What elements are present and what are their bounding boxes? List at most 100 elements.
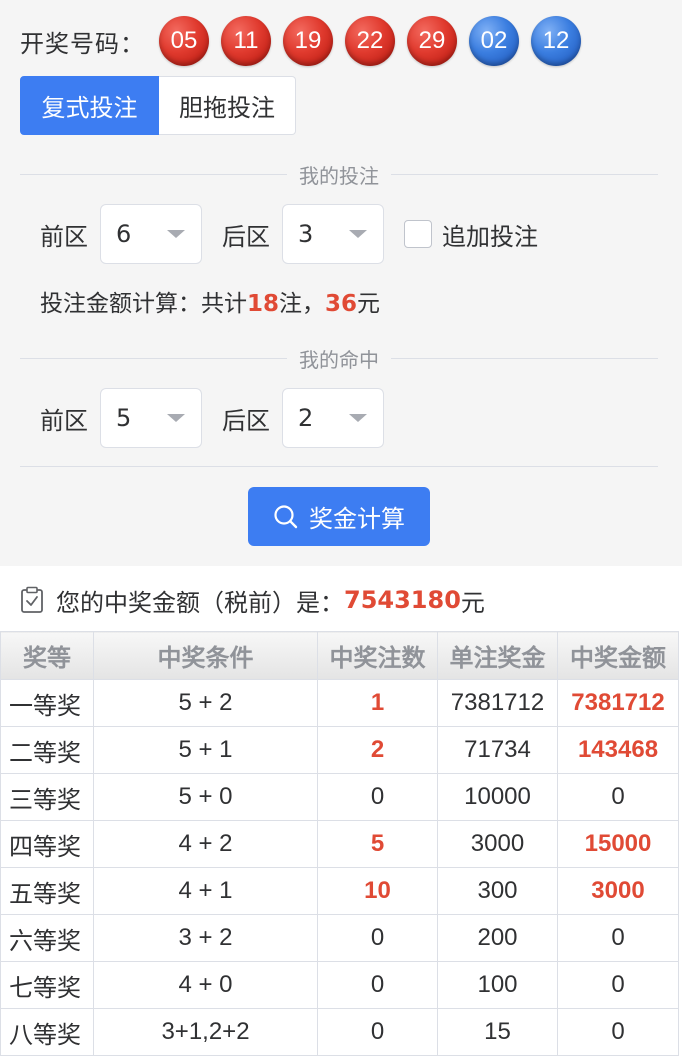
column-header-total: 中奖金额 xyxy=(557,631,679,680)
prize-level-cell: 五等奖 xyxy=(0,867,94,915)
prize-total-cell: 7381712 xyxy=(557,679,679,727)
divider-line xyxy=(20,173,287,175)
table-row: 二等奖 5 + 1 2 71734 143468 xyxy=(0,726,679,774)
front-ball: 11 xyxy=(221,16,271,66)
bet-mode-tabs: 复式投注 胆拖投注 xyxy=(20,76,296,135)
additional-bet-checkbox[interactable] xyxy=(404,220,432,248)
my-hit-divider-label: 我的命中 xyxy=(299,347,379,372)
prize-unit-cell: 3000 xyxy=(437,820,558,868)
table-row: 四等奖 4 + 2 5 3000 15000 xyxy=(0,820,679,868)
calculate-prize-button[interactable]: 奖金计算 xyxy=(248,487,430,546)
tab-compound-bet[interactable]: 复式投注 xyxy=(20,76,159,135)
prize-unit-cell: 15 xyxy=(437,1008,558,1056)
prize-result-prefix: 您的中奖金额（税前）是： xyxy=(56,588,344,617)
prize-condition-cell: 3+1,2+2 xyxy=(93,1008,318,1056)
prize-total-cell: 0 xyxy=(557,914,679,962)
front-ball: 22 xyxy=(345,16,395,66)
column-header-condition: 中奖条件 xyxy=(93,631,318,680)
prize-count-cell: 0 xyxy=(317,773,438,821)
prize-total-cell: 0 xyxy=(557,961,679,1009)
prize-total-cell: 15000 xyxy=(557,820,679,868)
prize-total-cell: 0 xyxy=(557,773,679,821)
bet-count: 18 xyxy=(247,291,280,317)
clipboard-check-icon xyxy=(21,586,43,613)
prize-condition-cell: 4 + 1 xyxy=(93,867,318,915)
prize-condition-cell: 5 + 0 xyxy=(93,773,318,821)
prize-count-cell: 0 xyxy=(317,1008,438,1056)
bet-back-value: 3 xyxy=(298,220,314,248)
chevron-down-icon xyxy=(349,414,367,422)
back-ball: 12 xyxy=(531,16,581,66)
bet-back-label: 后区 xyxy=(222,222,270,251)
column-header-level: 奖等 xyxy=(0,631,94,680)
bet-cost-unit: 元 xyxy=(357,291,381,317)
draw-numbers-label: 开奖号码： xyxy=(20,29,145,58)
chevron-down-icon xyxy=(167,414,185,422)
prize-unit-cell: 10000 xyxy=(437,773,558,821)
prize-condition-cell: 5 + 2 xyxy=(93,679,318,727)
prize-total-cell: 143468 xyxy=(557,726,679,774)
divider-line xyxy=(20,357,287,359)
chevron-down-icon xyxy=(349,230,367,238)
section-divider xyxy=(20,466,658,467)
prize-count-cell: 10 xyxy=(317,867,438,915)
bet-front-value: 6 xyxy=(116,220,132,248)
prize-condition-cell: 5 + 1 xyxy=(93,726,318,774)
search-icon xyxy=(274,504,298,528)
prize-level-cell: 六等奖 xyxy=(0,914,94,962)
my-bet-divider: 我的投注 xyxy=(20,162,658,188)
hit-front-label: 前区 xyxy=(40,406,88,435)
prize-level-cell: 一等奖 xyxy=(0,679,94,727)
draw-numbers-row: 开奖号码： 05 11 19 22 29 02 12 xyxy=(20,14,593,68)
prize-count-cell: 0 xyxy=(317,914,438,962)
front-ball: 05 xyxy=(159,16,209,66)
prize-count-cell: 5 xyxy=(317,820,438,868)
hit-back-value: 2 xyxy=(298,404,314,432)
prize-table: 奖等 中奖条件 中奖注数 单注奖金 中奖金额 一等奖 5 + 2 1 7381712 7… xyxy=(0,631,679,1056)
additional-bet-label[interactable]: 追加投注 xyxy=(442,217,538,252)
hit-select-row: 前区 5 后区 2 xyxy=(40,388,404,448)
hit-front-select[interactable]: 5 xyxy=(100,388,202,448)
front-ball: 19 xyxy=(283,16,333,66)
prize-unit-cell: 200 xyxy=(437,914,558,962)
prize-unit-cell: 71734 xyxy=(437,726,558,774)
prize-level-cell: 八等奖 xyxy=(0,1008,94,1056)
bet-back-select[interactable]: 3 xyxy=(282,204,384,264)
prize-count-cell: 1 xyxy=(317,679,438,727)
prize-level-cell: 三等奖 xyxy=(0,773,94,821)
bet-select-row: 前区 6 后区 3 追加投注 xyxy=(40,204,550,264)
divider-line xyxy=(391,357,658,359)
table-row: 七等奖 4 + 0 0 100 0 xyxy=(0,961,679,1009)
chevron-down-icon xyxy=(167,230,185,238)
prize-total-cell: 3000 xyxy=(557,867,679,915)
bet-front-label: 前区 xyxy=(40,222,88,251)
table-row: 八等奖 3+1,2+2 0 15 0 xyxy=(0,1008,679,1056)
prize-result-amount: 7543180 xyxy=(344,586,461,614)
table-row: 六等奖 3 + 2 0 200 0 xyxy=(0,914,679,962)
prize-total-cell: 0 xyxy=(557,1008,679,1056)
prize-unit-cell: 300 xyxy=(437,867,558,915)
prize-level-cell: 二等奖 xyxy=(0,726,94,774)
bet-cost-amount: 36 xyxy=(325,291,358,317)
prize-count-cell: 2 xyxy=(317,726,438,774)
back-ball: 02 xyxy=(469,16,519,66)
table-row: 三等奖 5 + 0 0 10000 0 xyxy=(0,773,679,821)
column-header-unit-prize: 单注奖金 xyxy=(437,631,558,680)
prize-unit-cell: 7381712 xyxy=(437,679,558,727)
front-ball: 29 xyxy=(407,16,457,66)
prize-condition-cell: 3 + 2 xyxy=(93,914,318,962)
prize-condition-cell: 4 + 0 xyxy=(93,961,318,1009)
table-row: 五等奖 4 + 1 10 300 3000 xyxy=(0,867,679,915)
calculate-prize-label: 奖金计算 xyxy=(309,505,405,533)
hit-front-value: 5 xyxy=(116,404,132,432)
bet-panel: 开奖号码： 05 11 19 22 29 02 12 复式投注 胆拖投注 我的投… xyxy=(0,0,682,566)
prize-unit-cell: 100 xyxy=(437,961,558,1009)
bet-front-select[interactable]: 6 xyxy=(100,204,202,264)
prize-count-cell: 0 xyxy=(317,961,438,1009)
tab-banker-bet[interactable]: 胆拖投注 xyxy=(159,76,296,135)
table-header-row: 奖等 中奖条件 中奖注数 单注奖金 中奖金额 xyxy=(0,631,679,680)
my-bet-divider-label: 我的投注 xyxy=(299,163,379,188)
prize-level-cell: 四等奖 xyxy=(0,820,94,868)
hit-back-select[interactable]: 2 xyxy=(282,388,384,448)
column-header-count: 中奖注数 xyxy=(317,631,438,680)
